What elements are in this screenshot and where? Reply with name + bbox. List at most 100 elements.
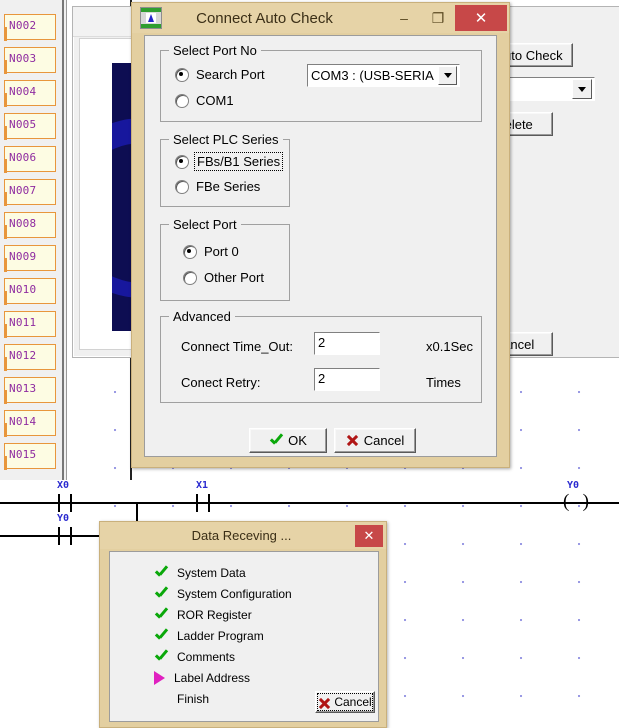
row-label-tick	[4, 192, 7, 206]
row-label-tick	[4, 423, 7, 437]
dialog-titlebar[interactable]: Connect Auto Check – ❐ ✕	[132, 3, 509, 33]
progress-step-label: ROR Register	[177, 608, 252, 622]
radio-fbs-b1-series-indicator	[175, 154, 189, 169]
group-select-port-no: Select Port No Search Port COM1 COM3 : (…	[160, 43, 482, 122]
row-label-tick	[4, 390, 7, 404]
row-label-cell[interactable]: N010	[4, 278, 56, 305]
progress-step-label: Finish	[177, 692, 210, 706]
row-label-text: N013	[9, 382, 37, 395]
radio-com1-label: COM1	[196, 93, 234, 108]
play-triangle-icon	[154, 671, 165, 685]
radio-search-port[interactable]: Search Port	[175, 67, 265, 82]
row-label-cell[interactable]: N009	[4, 245, 56, 272]
group-select-port-title: Select Port	[169, 217, 241, 232]
row-label-tick	[4, 324, 7, 338]
group-select-port-no-title: Select Port No	[169, 43, 261, 58]
contact-y0[interactable]	[58, 527, 72, 545]
progress-dialog-close-button[interactable]: ✕	[355, 524, 383, 547]
progress-step: System Data	[154, 566, 246, 580]
check-icon	[154, 608, 168, 622]
row-label-text: N011	[9, 316, 37, 329]
row-label-cell[interactable]: N011	[4, 311, 56, 338]
connect-auto-check-dialog[interactable]: Connect Auto Check – ❐ ✕ Select Port No …	[131, 2, 510, 468]
close-button[interactable]: ✕	[455, 5, 507, 31]
row-label-cell[interactable]: N015	[4, 443, 56, 470]
radio-port-0-indicator	[183, 244, 197, 259]
port-combo-box[interactable]: COM3 : (USB-SERIA	[307, 64, 460, 87]
row-label-cell[interactable]: N008	[4, 212, 56, 239]
progress-step: Ladder Program	[154, 629, 264, 643]
radio-fbs-b1-series-label: FBs/B1 Series	[193, 152, 284, 171]
radio-com1-indicator	[175, 93, 189, 108]
row-label-cell[interactable]: N012	[4, 344, 56, 371]
row-label-tick	[4, 258, 7, 272]
check-icon	[269, 434, 283, 448]
coil-y0-label: Y0	[567, 480, 580, 491]
row-label-text: N012	[9, 349, 37, 362]
row-label-text: N004	[9, 85, 37, 98]
row-label-tick	[4, 225, 7, 239]
progress-step: Finish	[154, 692, 209, 706]
row-label-tick	[4, 93, 7, 107]
row-label-text: N003	[9, 52, 37, 65]
progress-cancel-button[interactable]: Cancel	[315, 691, 375, 713]
x-icon	[346, 434, 359, 447]
row-label-text: N005	[9, 118, 37, 131]
minimize-button[interactable]: –	[387, 3, 421, 33]
coil-y0[interactable]: ()	[563, 491, 589, 514]
radio-port-0[interactable]: Port 0	[183, 244, 239, 259]
row-label-text: N002	[9, 19, 37, 32]
row-label-cell[interactable]: N003	[4, 47, 56, 74]
progress-step: Label Address	[154, 671, 250, 685]
row-label-cell[interactable]: N006	[4, 146, 56, 173]
row-label-tick	[4, 27, 7, 41]
connect-retry-label: Conect Retry:	[181, 375, 261, 390]
progress-dialog-titlebar[interactable]: Data Receving ... ✕	[100, 522, 386, 549]
port-combo-value: COM3 : (USB-SERIA	[311, 68, 434, 83]
background-combo-arrow-icon[interactable]	[572, 79, 592, 99]
row-label-tick	[4, 126, 7, 140]
row-label-tick	[4, 291, 7, 305]
connect-timeout-label: Connect Time_Out:	[181, 339, 293, 354]
check-icon	[154, 566, 168, 580]
row-label-cell[interactable]: N004	[4, 80, 56, 107]
row-label-cell[interactable]: N007	[4, 179, 56, 206]
dialog-title: Connect Auto Check	[196, 9, 333, 27]
row-label-tick	[4, 159, 7, 173]
radio-fbe-series[interactable]: FBe Series	[175, 179, 260, 194]
radio-fbs-b1-series[interactable]: FBs/B1 Series	[175, 152, 284, 171]
connect-timeout-input[interactable]: 2	[314, 332, 380, 355]
row-label-cell[interactable]: N002	[4, 14, 56, 41]
cancel-button-label: Cancel	[363, 433, 405, 448]
cancel-button[interactable]: Cancel	[334, 428, 416, 453]
progress-step-label: Ladder Program	[177, 629, 264, 643]
contact-y0-label: Y0	[57, 513, 70, 524]
progress-step-label: System Configuration	[177, 587, 292, 601]
row-label-text: N008	[9, 217, 37, 230]
row-label-cell[interactable]: N005	[4, 113, 56, 140]
gutter-divider-inner	[62, 0, 64, 480]
progress-step-label: Label Address	[174, 671, 251, 685]
chevron-down-icon[interactable]	[438, 66, 457, 85]
progress-step: Comments	[154, 650, 235, 664]
group-select-plc-series-title: Select PLC Series	[169, 132, 283, 147]
row-label-cell[interactable]: N013	[4, 377, 56, 404]
row-label-text: N007	[9, 184, 37, 197]
contact-x1[interactable]	[196, 494, 210, 512]
radio-com1[interactable]: COM1	[175, 93, 234, 108]
data-receiving-dialog[interactable]: Data Receving ... ✕ System Data System Co…	[99, 521, 387, 728]
ok-button[interactable]: OK	[249, 428, 327, 453]
connect-timeout-unit: x0.1Sec	[426, 339, 473, 354]
radio-other-port[interactable]: Other Port	[183, 270, 264, 285]
row-label-cell[interactable]: N014	[4, 410, 56, 437]
dialog-client-area: Select Port No Search Port COM1 COM3 : (…	[144, 35, 497, 457]
progress-cancel-label: Cancel	[334, 695, 372, 709]
radio-fbe-series-indicator	[175, 179, 189, 194]
contact-x0[interactable]	[58, 494, 72, 512]
contact-x0-label: X0	[57, 480, 70, 491]
maximize-button[interactable]: ❐	[421, 3, 455, 33]
radio-search-port-label: Search Port	[196, 67, 265, 82]
connect-retry-input[interactable]: 2	[314, 368, 380, 391]
row-label-text: N015	[9, 448, 37, 461]
row-label-text: N014	[9, 415, 37, 428]
